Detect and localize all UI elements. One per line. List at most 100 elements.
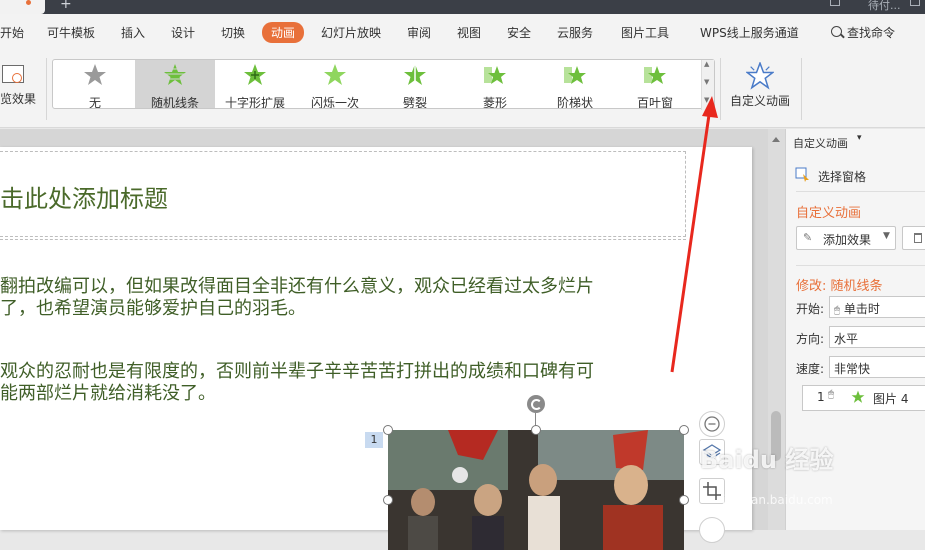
gallery-expand-icon[interactable]: ▼ [704,96,709,104]
gallery-item-split[interactable]: 劈裂 [375,60,455,109]
menu-start[interactable]: 开始 [0,24,24,41]
animation-gallery: 无 随机线条 十字形扩展 闪烁一次 劈裂 菱形 阶梯状 百叶窗 [52,59,715,109]
speed-value: 非常快 [834,362,871,376]
menu-wps-online[interactable]: WPS线上服务通道 [700,24,799,41]
title-placeholder[interactable]: 击此处添加标题 [0,179,168,214]
watermark-url: jingyan.baidu.com [722,493,833,507]
custom-animation-label: 自定义动画 [730,94,791,108]
tab-close-icon[interactable] [26,0,31,5]
gallery-item-label: 劈裂 [402,96,427,109]
menu-slideshow[interactable]: 幻灯片放映 [321,24,381,41]
trash-icon [914,233,922,243]
divider [796,265,925,266]
menu-picture-tools[interactable]: 图片工具 [621,24,669,41]
gallery-item-label: 闪烁一次 [310,96,359,109]
direction-select[interactable]: 水平 [829,326,925,348]
selected-picture[interactable] [388,430,684,550]
gallery-item-label: 无 [88,96,101,109]
title-placeholder-box[interactable]: 击此处添加标题 [0,151,686,237]
resize-handle-right[interactable] [679,495,689,505]
start-select[interactable]: 🖱 单击时 [829,296,925,318]
zoom-out-icon[interactable] [699,411,725,437]
menu-cloud[interactable]: 云服务 [557,24,593,41]
flash-star-icon [324,64,346,85]
animation-ribbon: 览效果 无 随机线条 十字形扩展 闪烁一次 劈裂 菱形 阶梯状 百叶窗 ▲ ▼ … [0,52,925,128]
gallery-item-label: 十字形扩展 [224,96,285,109]
plus-star-icon [244,64,266,85]
list-item[interactable]: 1 🖱 图片 4 [803,386,925,408]
pencil-icon: ✎ [803,231,813,244]
resize-handle-left[interactable] [383,495,393,505]
section-title: 自定义动画 [796,206,862,221]
scroll-up-icon[interactable]: ▲ [704,60,709,68]
new-tab-icon[interactable]: + [60,0,72,12]
resize-handle-top-right[interactable] [679,425,689,435]
pane-header-dropdown-icon[interactable]: ▾ [857,133,862,143]
gallery-item-diamond[interactable]: 菱形 [455,60,535,109]
paragraph-2-line-1: 观众的忍耐也是有限度的，否则前半辈子辛辛苦苦打拼出的成绩和口碑有可 [0,361,594,382]
restore-icon[interactable] [910,0,920,6]
direction-value: 水平 [834,332,859,346]
diamond-star-icon [484,66,506,84]
menu-design[interactable]: 设计 [171,24,195,41]
gallery-scrollbar[interactable]: ▲ ▼ ▼ [701,60,714,110]
divider [46,58,47,120]
watermark-logo: Baidu 经验 [700,446,834,474]
speed-select[interactable]: 非常快 [829,356,925,378]
modify-title: 修改: 随机线条 [796,279,883,294]
divider [796,191,925,192]
more-options-icon[interactable] [699,517,725,543]
random-bars-star-icon [163,64,187,85]
menu-review[interactable]: 审阅 [407,24,431,41]
start-label: 开始: [796,302,825,316]
pane-header[interactable]: 自定义动画 [793,135,848,151]
rotate-handle-icon[interactable] [527,395,545,413]
gallery-item-blinds[interactable]: 百叶窗 [615,60,695,109]
gallery-item-flash-once[interactable]: 闪烁一次 [295,60,375,109]
resize-handle-top-left[interactable] [383,425,393,435]
add-effect-label: 添加效果 [823,233,872,247]
menu-transition[interactable]: 切换 [221,24,245,41]
search-icon[interactable] [831,26,842,37]
menu-security[interactable]: 安全 [507,24,531,41]
preview-effect-button[interactable]: 览效果 [0,62,42,118]
gallery-item-label: 菱形 [482,96,507,109]
window-icon[interactable] [830,0,840,6]
blinds-star-icon [644,66,666,84]
slide-canvas[interactable]: 击此处添加标题 翻拍改编可以，但如果改得面目全非还有什么意义，观众已经看过太多烂… [0,147,752,550]
paragraph-2-line-2: 能两部烂片就给消耗没了。 [0,383,216,404]
preview-label: 览效果 [0,92,37,106]
custom-animation-button[interactable]: 自定义动画 [724,60,794,120]
gallery-item-stairs[interactable]: 阶梯状 [535,60,615,108]
document-tab[interactable] [0,0,45,14]
mouse-icon: 🖱 [834,305,840,316]
split-star-icon [404,63,426,87]
start-value: 单击时 [843,302,880,316]
divider [720,58,721,120]
search-commands[interactable]: 查找命令 [847,24,895,41]
menu-view[interactable]: 视图 [457,24,481,41]
animation-list: 1 🖱 图片 4 [802,385,925,411]
paragraph-1-line-2: 了，也希望演员能够爱护自己的羽毛。 [0,298,306,319]
chevron-down-icon: ▼ [883,231,890,241]
title-bar: + 待付... [0,0,925,14]
gallery-item-plus-expand[interactable]: 十字形扩展 [215,60,295,109]
slide-workspace: 击此处添加标题 翻拍改编可以，但如果改得面目全非还有什么意义，观众已经看过太多烂… [0,129,785,550]
star-gray-icon [84,64,106,85]
paragraph-1-line-1: 翻拍改编可以，但如果改得面目全非还有什么意义，观众已经看过太多烂片 [0,276,594,297]
menu-insert[interactable]: 插入 [121,24,145,41]
gallery-item-random-bars[interactable]: 随机线条 [135,60,215,109]
add-effect-button[interactable]: ✎ 添加效果 ▼ [796,226,896,250]
delete-button[interactable] [902,226,925,250]
gallery-item-none[interactable]: 无 [55,60,135,109]
resize-handle-top[interactable] [531,425,541,435]
gallery-item-label: 随机线条 [150,96,199,109]
menu-animation[interactable]: 动画 [262,22,305,43]
menu-keniu-templates[interactable]: 可牛模板 [47,24,95,41]
scroll-up-icon[interactable] [772,137,780,142]
random-bars-star-icon [851,390,865,403]
scroll-down-icon[interactable]: ▼ [704,78,709,86]
select-pane-button[interactable]: 选择窗格 [818,168,866,185]
speed-label: 速度: [796,362,825,376]
gallery-item-label: 百叶窗 [636,96,673,109]
